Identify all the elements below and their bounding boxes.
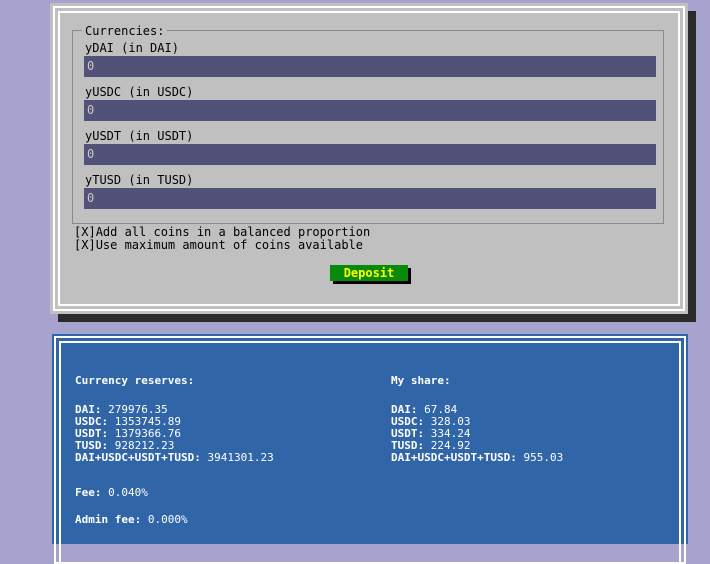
deposit-button[interactable]: Deposit: [330, 265, 408, 281]
my-share-title: My share:: [391, 374, 451, 387]
admin-fee-line: Admin fee: 0.000%: [75, 514, 188, 526]
share-key: DAI+USDC+USDT+TUSD:: [391, 451, 517, 464]
currencies-legend: Currencies:: [82, 24, 168, 38]
share-row-total: DAI+USDC+USDT+TUSD: 955.03: [391, 452, 563, 464]
yusdc-input[interactable]: 0: [84, 100, 656, 121]
checkbox-label: Use maximum amount of coins available: [95, 238, 363, 252]
reserve-row-total: DAI+USDC+USDT+TUSD: 3941301.23: [75, 452, 274, 464]
deposit-panel: Currencies: yDAI (in DAI) 0 yUSDC (in US…: [50, 3, 688, 314]
fee-value: 0.040%: [108, 486, 148, 499]
ytusd-label: yTUSD (in TUSD): [85, 173, 194, 187]
checkbox-mark: [X]: [74, 238, 96, 252]
yusdt-label: yUSDT (in USDT): [85, 129, 194, 143]
share-value: 955.03: [523, 451, 564, 464]
admin-fee-value: 0.000%: [147, 513, 188, 526]
checkbox-mark: [X]: [74, 225, 96, 239]
reserve-key: DAI+USDC+USDT+TUSD:: [75, 451, 201, 464]
reserve-value: 3941301.23: [207, 451, 274, 464]
reserves-title: Currency reserves:: [75, 374, 195, 387]
checkbox-label: Add all coins in a balanced proportion: [95, 225, 371, 239]
ytusd-input[interactable]: 0: [84, 188, 656, 209]
ydai-input[interactable]: 0: [84, 56, 656, 77]
ydai-label: yDAI (in DAI): [85, 41, 179, 55]
fee-line: Fee: 0.040%: [75, 487, 148, 499]
yusdt-input[interactable]: 0: [84, 144, 656, 165]
stats-panel: Currency reserves: DAI: 279976.35 USDC: …: [52, 334, 688, 564]
fee-key: Fee:: [75, 486, 102, 499]
yusdc-label: yUSDC (in USDC): [85, 85, 194, 99]
max-amount-checkbox[interactable]: [X]Use maximum amount of coins available: [74, 239, 363, 252]
admin-fee-key: Admin fee:: [75, 513, 142, 526]
